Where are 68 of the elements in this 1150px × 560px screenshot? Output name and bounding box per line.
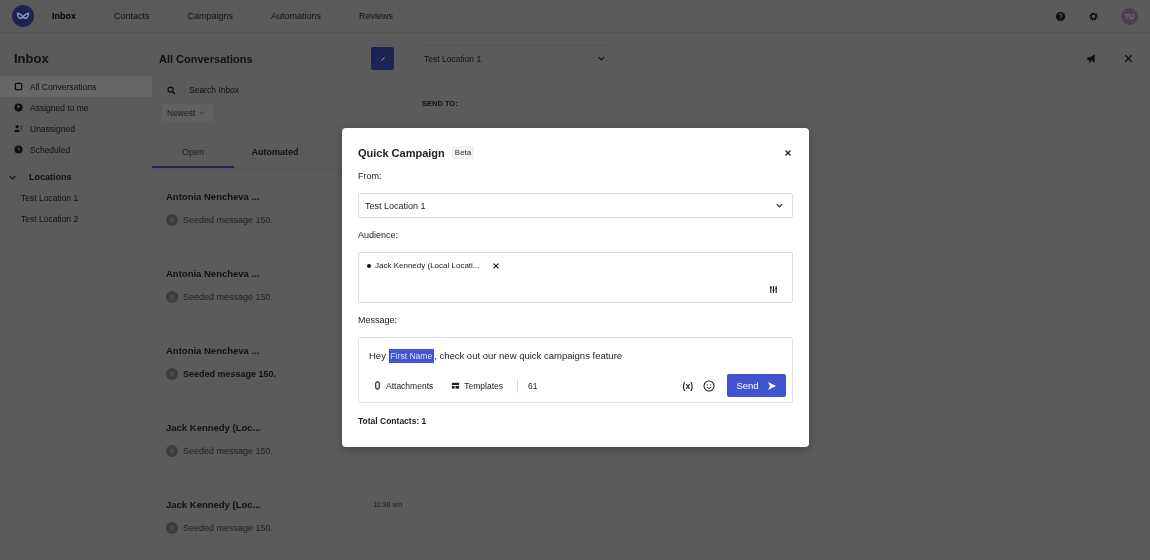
contact-avatar [166,522,178,534]
send-icon [766,380,777,391]
contact-name[interactable]: Jack Kennedy (Loc... [166,422,261,433]
from-dropdown[interactable]: Test Location 1 [358,193,793,218]
sidebar-item[interactable]: Assigned to me [0,97,152,118]
paperclip-icon [373,381,382,390]
location-item[interactable]: Test Location 1 [0,188,152,209]
total-contacts: Total Contacts: 1 [358,416,428,426]
send-button[interactable]: Send [727,374,786,397]
nav-link[interactable]: Campaigns [187,11,234,21]
sidebar-item-label: Scheduled [30,144,71,155]
close-icon[interactable] [783,147,793,158]
sidebar-item[interactable]: All Conversations [0,76,152,97]
nav-link[interactable]: Reviews [359,11,394,21]
emoji-icon[interactable] [703,379,715,392]
contact-name[interactable]: Antonia Nencheva ... [166,345,260,356]
sidebar-title: Inbox [13,51,50,66]
sort-dropdown[interactable]: Newest [162,104,213,122]
sidebar-item[interactable]: Scheduled [0,139,152,160]
caret-icon [199,110,206,116]
sidebar-item-label: Assigned to me [30,102,89,113]
chevron-icon [597,54,606,63]
settings-icon[interactable] [1088,10,1099,22]
tab[interactable]: Automated [234,138,316,168]
contact-name[interactable]: Jack Kennedy (Loc... [166,499,261,510]
location-dropdown[interactable]: Test Location 1 [418,45,614,71]
field-label: From: [358,171,383,181]
field-label: Audience: [358,230,400,240]
dialog-title: Quick Campaign [358,146,445,159]
pencil-icon [378,54,387,63]
clock-icon [14,145,23,154]
contact-avatar [166,368,178,380]
location-item[interactable]: Test Location 2 [0,209,152,230]
inbox-icon [14,82,23,91]
sidebar-item-label: Unassigned [30,123,75,134]
logo-icon[interactable] [12,5,34,27]
message-text[interactable]: Hey First Name , check out our new quick campaigns feature [369,348,786,364]
contact-name[interactable]: Antonia Nencheva ... [166,268,260,279]
sidebar-item-label: All Conversations [30,81,97,92]
group-label[interactable]: Locations [29,172,72,182]
filter-icon[interactable] [769,285,778,294]
field-label: Message: [358,315,399,325]
contact-avatar [166,291,178,303]
user-icon [14,103,23,112]
help-icon[interactable] [1055,10,1066,22]
templates-button[interactable]: Templates [447,380,507,391]
megaphone-icon[interactable] [1086,52,1097,64]
chevron-icon [775,201,784,210]
nav-link[interactable]: Automations [271,11,322,21]
contact-name[interactable]: Antonia Nencheva ... [166,191,260,202]
users-icon [14,124,23,133]
attachments-button[interactable]: Attachments [369,380,438,391]
templates-icon [451,381,461,390]
list-title: All Conversations [159,52,253,65]
remove-icon[interactable] [491,261,500,270]
nav-link[interactable]: Inbox [52,11,76,21]
character-count: 61 [528,380,538,391]
variables-button[interactable]: (x) [682,380,693,391]
search-icon [167,85,176,95]
nav-link[interactable]: Contacts [114,11,150,21]
contact-avatar [166,214,178,226]
sidebar-item[interactable]: Unassigned [0,118,152,139]
audience-field[interactable]: Jack Kennedy (Local Locati... [358,252,793,303]
message-preview: Seeded message 150. [183,369,277,379]
contact-avatar [166,445,178,457]
variable-tag[interactable]: First Name [388,349,435,363]
beta-badge: Beta [451,146,475,159]
audience-chip: Jack Kennedy (Local Locati... [365,259,482,272]
